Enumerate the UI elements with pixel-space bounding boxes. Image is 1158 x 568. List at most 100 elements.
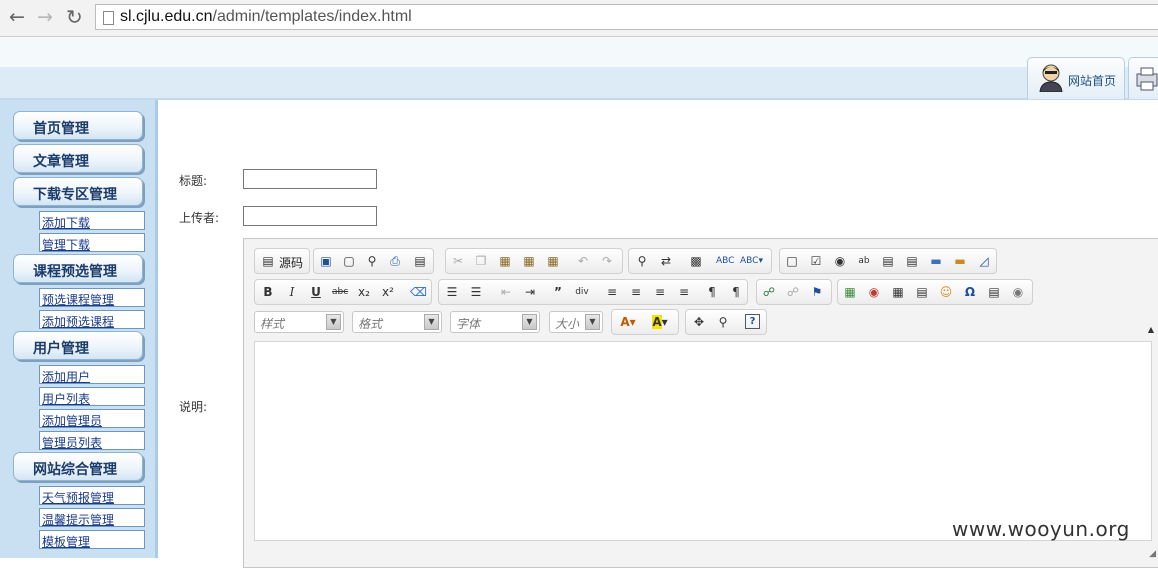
link-icon[interactable]: ☍ — [761, 284, 777, 300]
menu-site-management[interactable]: 网站综合管理 — [13, 452, 143, 481]
indent-icon[interactable]: ⇥ — [522, 284, 538, 300]
back-arrow-icon[interactable]: ← — [9, 7, 25, 27]
maximize-icon[interactable]: ✥ — [691, 314, 707, 330]
reload-icon[interactable]: ↻ — [66, 7, 83, 27]
image-button-icon[interactable]: ▬ — [952, 253, 968, 269]
menu-item-weather[interactable]: 天气预报管理 — [39, 486, 145, 505]
special-char-icon[interactable]: Ω — [962, 284, 978, 300]
uploader-input[interactable] — [243, 206, 377, 226]
flash-icon[interactable]: ◉ — [866, 284, 882, 300]
paste-icon[interactable]: ▦ — [497, 253, 513, 269]
redo-icon[interactable]: ↷ — [599, 253, 615, 269]
select-field-icon[interactable]: ▤ — [904, 253, 920, 269]
style-select[interactable]: 样式 ▼ — [254, 311, 344, 333]
source-label: 源码 — [279, 256, 304, 270]
menu-item-tips[interactable]: 温馨提示管理 — [39, 508, 145, 527]
spellcheck-icon[interactable]: ABC — [716, 253, 734, 269]
radio-icon[interactable]: ◉ — [832, 253, 848, 269]
preview-icon[interactable]: ⚲ — [364, 253, 380, 269]
cut-icon[interactable]: ✂ — [450, 253, 466, 269]
header-tab-partial[interactable] — [1128, 57, 1158, 99]
menu-home-management[interactable]: 首页管理 — [13, 111, 143, 140]
show-blocks-icon[interactable]: ⚲ — [715, 314, 731, 330]
menu-item-user-list[interactable]: 用户列表 — [39, 387, 145, 406]
bullet-list-icon[interactable]: ☰ — [468, 284, 484, 300]
print-icon[interactable]: ⎙ — [387, 253, 403, 269]
menu-user-management[interactable]: 用户管理 — [13, 331, 143, 360]
outdent-icon[interactable]: ⇤ — [498, 284, 514, 300]
chevron-down-icon: ▼ — [424, 314, 439, 330]
menu-article-management[interactable]: 文章管理 — [13, 144, 143, 173]
source-button[interactable]: ▤ 源码 — [254, 248, 310, 274]
image-icon[interactable]: ▦ — [842, 284, 858, 300]
iframe-icon[interactable]: ◉ — [1010, 284, 1026, 300]
menu-item-add-admin[interactable]: 添加管理员 — [39, 409, 145, 428]
smiley-icon[interactable]: ☺ — [938, 284, 954, 300]
textarea-icon[interactable]: ▤ — [880, 253, 896, 269]
menu-item-admin-list[interactable]: 管理员列表 — [39, 431, 145, 450]
size-select[interactable]: 大小 ▼ — [549, 311, 603, 333]
checkbox-icon[interactable]: ☑ — [808, 253, 824, 269]
font-select[interactable]: 字体 ▼ — [450, 311, 540, 333]
about-icon[interactable]: ? — [745, 314, 760, 329]
menu-item-add-user[interactable]: 添加用户 — [39, 365, 145, 384]
subscript-icon[interactable]: x₂ — [356, 284, 372, 300]
unlink-icon[interactable]: ☍ — [785, 284, 801, 300]
templates-icon[interactable]: ▤ — [412, 253, 428, 269]
save-icon[interactable]: ▣ — [318, 253, 334, 269]
bg-color-icon[interactable]: A▾ — [648, 314, 672, 330]
toolbar-group-document: ▣ ▢ ⚲ ⎙ ▤ — [313, 248, 434, 274]
table-icon[interactable]: ▦ — [890, 284, 906, 300]
underline-icon[interactable]: U — [308, 284, 324, 300]
textfield-icon[interactable]: ab — [856, 253, 872, 269]
menu-item-preselect-courses[interactable]: 预选课程管理 — [39, 288, 145, 307]
menu-course-preselect[interactable]: 课程预选管理 — [13, 254, 143, 283]
italic-icon[interactable]: I — [284, 284, 300, 300]
form-icon[interactable]: □ — [784, 253, 800, 269]
align-left-icon[interactable]: ≡ — [604, 284, 620, 300]
replace-icon[interactable]: ⇄ — [658, 253, 674, 269]
format-select[interactable]: 格式 ▼ — [352, 311, 442, 333]
scayt-icon[interactable]: ABC▾ — [740, 253, 763, 269]
strike-icon[interactable]: abc — [332, 284, 348, 300]
undo-icon[interactable]: ↶ — [575, 253, 591, 269]
button-field-icon[interactable]: ▬ — [928, 253, 944, 269]
align-center-icon[interactable]: ≡ — [628, 284, 644, 300]
menu-item-add-download[interactable]: 添加下载 — [39, 211, 145, 230]
collapse-toolbar-icon[interactable]: ▲ — [1148, 325, 1154, 334]
forward-arrow-icon[interactable]: → — [37, 7, 53, 27]
numbered-list-icon[interactable]: ☰ — [444, 284, 460, 300]
paste-text-icon[interactable]: ▦ — [521, 253, 537, 269]
bold-icon[interactable]: B — [260, 284, 276, 300]
title-input[interactable] — [243, 169, 377, 189]
remove-format-icon[interactable]: ⌫ — [410, 284, 427, 300]
toolbar-group-paragraph: ☰ ☰ ⇤ ⇥ ” div ≡ ≡ ≡ ≡ ¶ ¶ — [438, 279, 748, 305]
find-icon[interactable]: ⚲ — [634, 253, 650, 269]
align-right-icon[interactable]: ≡ — [652, 284, 668, 300]
new-page-icon[interactable]: ▢ — [341, 253, 357, 269]
address-bar[interactable]: sl.cjlu.edu.cn/admin/templates/index.htm… — [95, 4, 1158, 30]
horizontal-rule-icon[interactable]: ▤ — [914, 284, 930, 300]
blockquote-icon[interactable]: ” — [550, 284, 566, 300]
select-all-icon[interactable]: ▩ — [688, 253, 704, 269]
home-tab[interactable]: 网站首页 — [1027, 57, 1125, 99]
copy-icon[interactable]: ❐ — [473, 253, 489, 269]
menu-download-management[interactable]: 下载专区管理 — [13, 177, 143, 206]
printer-icon — [1136, 67, 1158, 91]
hidden-field-icon[interactable]: ◿ — [976, 253, 992, 269]
justify-icon[interactable]: ≡ — [676, 284, 692, 300]
toolbar-group-insert: ▦ ◉ ▦ ▤ ☺ Ω ▤ ◉ — [837, 279, 1033, 305]
text-color-icon[interactable]: A▾ — [616, 314, 640, 330]
rtl-icon[interactable]: ¶ — [728, 284, 744, 300]
editor-content-area[interactable] — [254, 341, 1152, 541]
ltr-icon[interactable]: ¶ — [704, 284, 720, 300]
superscript-icon[interactable]: x² — [380, 284, 396, 300]
paste-word-icon[interactable]: ▦ — [545, 253, 561, 269]
toolbar-group-find: ⚲ ⇄ ▩ ABC ABC▾ — [628, 248, 772, 274]
menu-item-templates[interactable]: 模板管理 — [39, 530, 145, 549]
div-container-icon[interactable]: div — [574, 284, 590, 300]
page-break-icon[interactable]: ▤ — [986, 284, 1002, 300]
menu-item-manage-download[interactable]: 管理下载 — [39, 233, 145, 252]
anchor-icon[interactable]: ⚑ — [809, 284, 825, 300]
menu-item-add-preselect-course[interactable]: 添加预选课程 — [39, 310, 145, 329]
